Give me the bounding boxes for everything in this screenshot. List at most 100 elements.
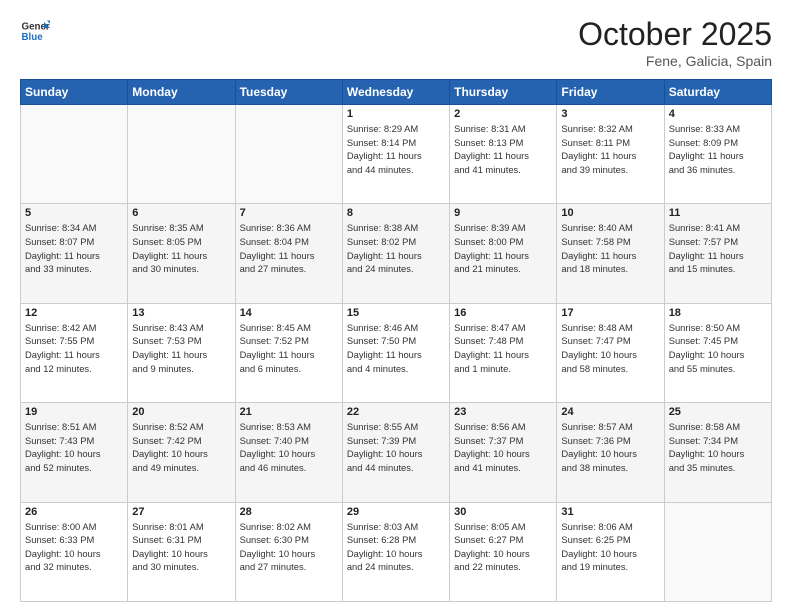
page: General Blue October 2025 Fene, Galicia,…: [0, 0, 792, 612]
day-number: 30: [454, 506, 552, 518]
day-info: Sunrise: 8:35 AMSunset: 8:05 PMDaylight:…: [132, 221, 230, 276]
day-info: Sunrise: 8:56 AMSunset: 7:37 PMDaylight:…: [454, 420, 552, 475]
calendar-cell: 8 Sunrise: 8:38 AMSunset: 8:02 PMDaylight…: [342, 204, 449, 303]
day-info: Sunrise: 8:33 AMSunset: 8:09 PMDaylight:…: [669, 122, 767, 177]
calendar-cell: 2 Sunrise: 8:31 AMSunset: 8:13 PMDaylight…: [450, 105, 557, 204]
day-info: Sunrise: 8:32 AMSunset: 8:11 PMDaylight:…: [561, 122, 659, 177]
calendar-cell: 9 Sunrise: 8:39 AMSunset: 8:00 PMDaylight…: [450, 204, 557, 303]
day-number: 14: [240, 307, 338, 319]
day-number: 22: [347, 406, 445, 418]
col-header-wednesday: Wednesday: [342, 80, 449, 105]
day-info: Sunrise: 8:39 AMSunset: 8:00 PMDaylight:…: [454, 221, 552, 276]
day-number: 19: [25, 406, 123, 418]
day-info: Sunrise: 8:51 AMSunset: 7:43 PMDaylight:…: [25, 420, 123, 475]
calendar-cell: 19 Sunrise: 8:51 AMSunset: 7:43 PMDayligh…: [21, 403, 128, 502]
day-info: Sunrise: 8:52 AMSunset: 7:42 PMDaylight:…: [132, 420, 230, 475]
day-info: Sunrise: 8:29 AMSunset: 8:14 PMDaylight:…: [347, 122, 445, 177]
calendar-cell: 13 Sunrise: 8:43 AMSunset: 7:53 PMDayligh…: [128, 303, 235, 402]
day-number: 29: [347, 506, 445, 518]
day-number: 13: [132, 307, 230, 319]
location-title: Fene, Galicia, Spain: [578, 53, 772, 69]
calendar-cell: 22Sunrise: 8:55 AMSunset: 7:39 PMDayligh…: [342, 403, 449, 502]
day-number: 20: [132, 406, 230, 418]
calendar-cell: 23 Sunrise: 8:56 AMSunset: 7:37 PMDayligh…: [450, 403, 557, 502]
header: General Blue October 2025 Fene, Galicia,…: [20, 16, 772, 69]
day-number: 7: [240, 207, 338, 219]
day-info: Sunrise: 8:38 AMSunset: 8:02 PMDaylight:…: [347, 221, 445, 276]
calendar-cell: 18Sunrise: 8:50 AMSunset: 7:45 PMDayligh…: [664, 303, 771, 402]
day-number: 6: [132, 207, 230, 219]
calendar-cell: 30 Sunrise: 8:05 AMSunset: 6:27 PMDayligh…: [450, 502, 557, 601]
calendar-cell: 17 Sunrise: 8:48 AMSunset: 7:47 PMDayligh…: [557, 303, 664, 402]
day-number: 9: [454, 207, 552, 219]
day-number: 17: [561, 307, 659, 319]
calendar-cell: 24Sunrise: 8:57 AMSunset: 7:36 PMDayligh…: [557, 403, 664, 502]
day-number: 1: [347, 108, 445, 120]
calendar-cell: [235, 105, 342, 204]
calendar-cell: 11 Sunrise: 8:41 AMSunset: 7:57 PMDayligh…: [664, 204, 771, 303]
day-info: Sunrise: 8:02 AMSunset: 6:30 PMDaylight:…: [240, 520, 338, 575]
logo: General Blue: [20, 16, 50, 46]
col-header-sunday: Sunday: [21, 80, 128, 105]
day-info: Sunrise: 8:01 AMSunset: 6:31 PMDaylight:…: [132, 520, 230, 575]
day-info: Sunrise: 8:45 AMSunset: 7:52 PMDaylight:…: [240, 321, 338, 376]
calendar-cell: 28 Sunrise: 8:02 AMSunset: 6:30 PMDayligh…: [235, 502, 342, 601]
day-info: Sunrise: 8:40 AMSunset: 7:58 PMDaylight:…: [561, 221, 659, 276]
day-number: 26: [25, 506, 123, 518]
day-info: Sunrise: 8:53 AMSunset: 7:40 PMDaylight:…: [240, 420, 338, 475]
col-header-friday: Friday: [557, 80, 664, 105]
calendar-cell: 29Sunrise: 8:03 AMSunset: 6:28 PMDayligh…: [342, 502, 449, 601]
calendar-cell: [128, 105, 235, 204]
day-info: Sunrise: 8:47 AMSunset: 7:48 PMDaylight:…: [454, 321, 552, 376]
calendar-cell: [664, 502, 771, 601]
calendar-cell: 20 Sunrise: 8:52 AMSunset: 7:42 PMDayligh…: [128, 403, 235, 502]
col-header-monday: Monday: [128, 80, 235, 105]
calendar-cell: 26 Sunrise: 8:00 AMSunset: 6:33 PMDayligh…: [21, 502, 128, 601]
col-header-tuesday: Tuesday: [235, 80, 342, 105]
day-info: Sunrise: 8:06 AMSunset: 6:25 PMDaylight:…: [561, 520, 659, 575]
day-number: 5: [25, 207, 123, 219]
calendar-cell: 25Sunrise: 8:58 AMSunset: 7:34 PMDayligh…: [664, 403, 771, 502]
calendar-cell: 31 Sunrise: 8:06 AMSunset: 6:25 PMDayligh…: [557, 502, 664, 601]
day-number: 11: [669, 207, 767, 219]
calendar-cell: 10 Sunrise: 8:40 AMSunset: 7:58 PMDayligh…: [557, 204, 664, 303]
day-number: 25: [669, 406, 767, 418]
calendar-table: SundayMondayTuesdayWednesdayThursdayFrid…: [20, 79, 772, 602]
day-number: 18: [669, 307, 767, 319]
calendar-cell: 6 Sunrise: 8:35 AMSunset: 8:05 PMDaylight…: [128, 204, 235, 303]
day-number: 10: [561, 207, 659, 219]
day-info: Sunrise: 8:00 AMSunset: 6:33 PMDaylight:…: [25, 520, 123, 575]
calendar-cell: 3 Sunrise: 8:32 AMSunset: 8:11 PMDaylight…: [557, 105, 664, 204]
day-info: Sunrise: 8:05 AMSunset: 6:27 PMDaylight:…: [454, 520, 552, 575]
day-number: 2: [454, 108, 552, 120]
day-number: 12: [25, 307, 123, 319]
title-block: October 2025 Fene, Galicia, Spain: [578, 16, 772, 69]
day-number: 23: [454, 406, 552, 418]
calendar-cell: 5Sunrise: 8:34 AMSunset: 8:07 PMDaylight…: [21, 204, 128, 303]
day-number: 28: [240, 506, 338, 518]
logo-icon: General Blue: [20, 16, 50, 46]
day-info: Sunrise: 8:42 AMSunset: 7:55 PMDaylight:…: [25, 321, 123, 376]
day-info: Sunrise: 8:48 AMSunset: 7:47 PMDaylight:…: [561, 321, 659, 376]
day-number: 4: [669, 108, 767, 120]
col-header-thursday: Thursday: [450, 80, 557, 105]
col-header-saturday: Saturday: [664, 80, 771, 105]
day-info: Sunrise: 8:46 AMSunset: 7:50 PMDaylight:…: [347, 321, 445, 376]
day-number: 21: [240, 406, 338, 418]
calendar-cell: 4 Sunrise: 8:33 AMSunset: 8:09 PMDaylight…: [664, 105, 771, 204]
day-number: 24: [561, 406, 659, 418]
calendar-cell: 14 Sunrise: 8:45 AMSunset: 7:52 PMDayligh…: [235, 303, 342, 402]
day-number: 8: [347, 207, 445, 219]
calendar-cell: 15 Sunrise: 8:46 AMSunset: 7:50 PMDayligh…: [342, 303, 449, 402]
svg-text:Blue: Blue: [22, 32, 44, 43]
day-number: 31: [561, 506, 659, 518]
day-info: Sunrise: 8:41 AMSunset: 7:57 PMDaylight:…: [669, 221, 767, 276]
day-number: 3: [561, 108, 659, 120]
calendar-cell: 21 Sunrise: 8:53 AMSunset: 7:40 PMDayligh…: [235, 403, 342, 502]
day-info: Sunrise: 8:36 AMSunset: 8:04 PMDaylight:…: [240, 221, 338, 276]
day-number: 15: [347, 307, 445, 319]
day-number: 27: [132, 506, 230, 518]
day-info: Sunrise: 8:31 AMSunset: 8:13 PMDaylight:…: [454, 122, 552, 177]
day-info: Sunrise: 8:43 AMSunset: 7:53 PMDaylight:…: [132, 321, 230, 376]
calendar-cell: 12 Sunrise: 8:42 AMSunset: 7:55 PMDayligh…: [21, 303, 128, 402]
